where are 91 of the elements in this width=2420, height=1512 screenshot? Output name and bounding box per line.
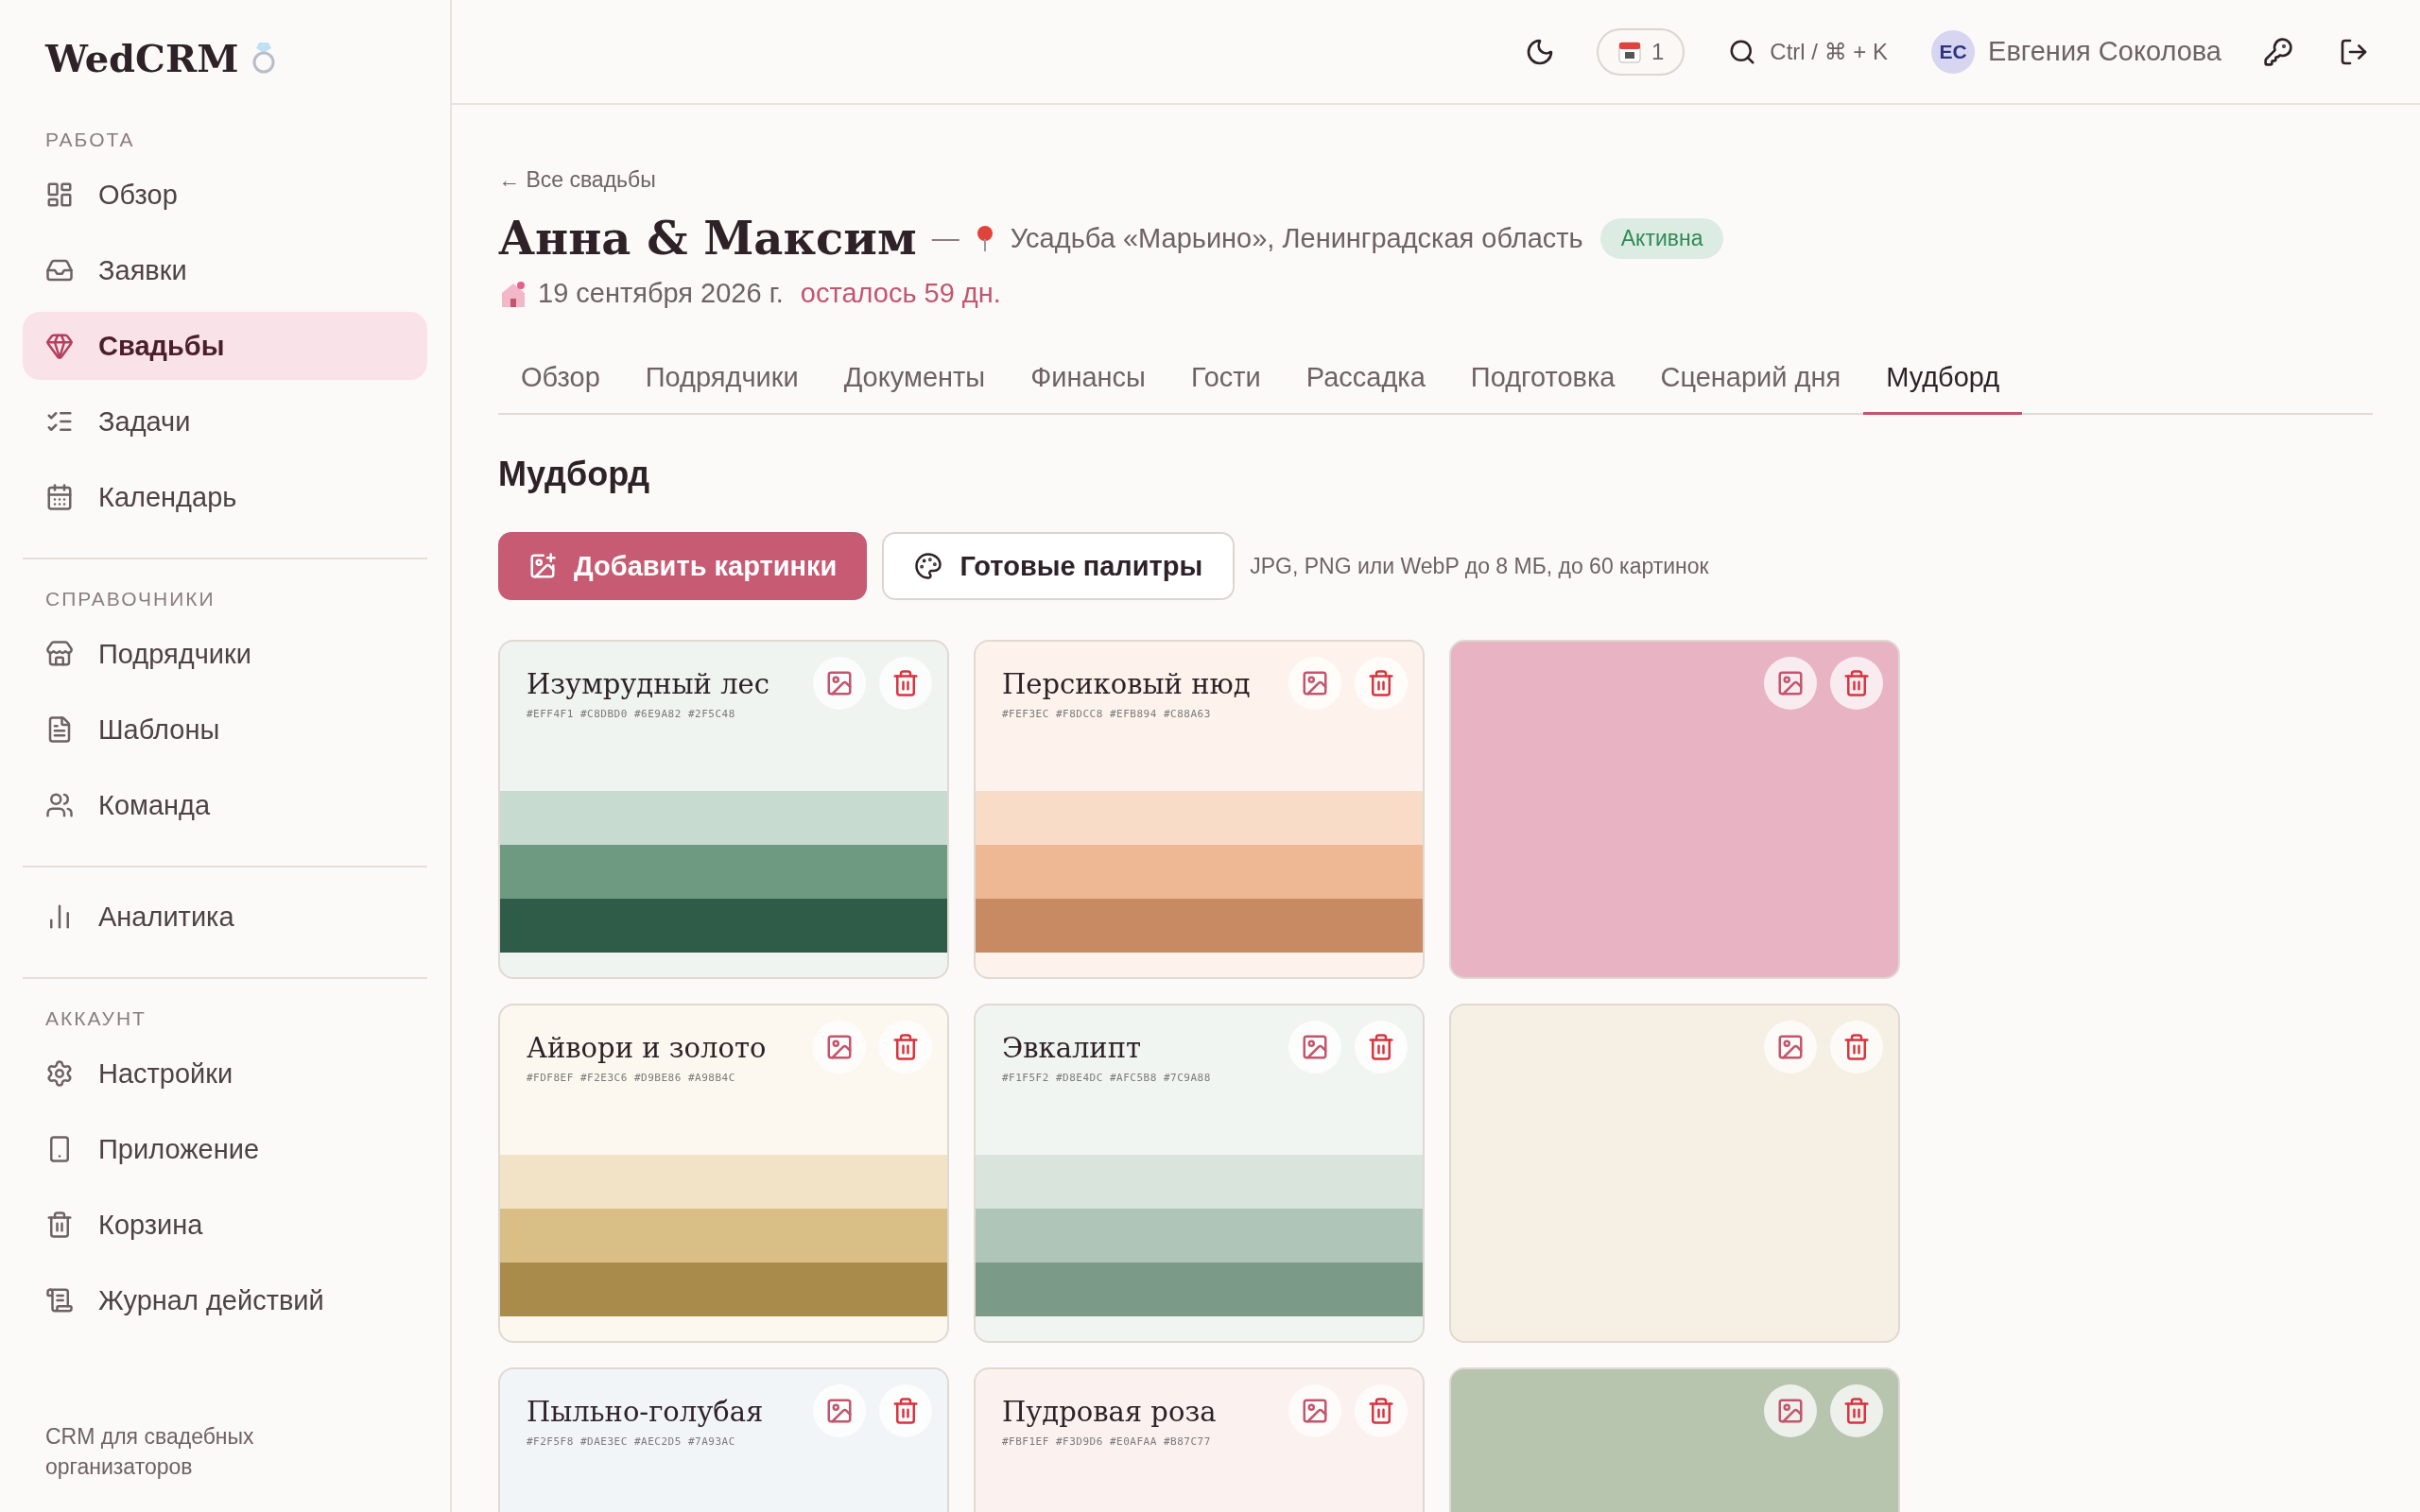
tab[interactable]: Обзор — [498, 362, 623, 415]
ring-icon — [251, 41, 277, 75]
user-avatar[interactable]: ЕС — [1931, 29, 1976, 74]
back-link[interactable]: ← Все свадьбы — [498, 167, 656, 193]
calendar-icon — [45, 483, 74, 511]
gem-icon — [45, 332, 74, 360]
section-heading: Мудборд — [498, 455, 651, 494]
store-icon — [45, 640, 74, 668]
palette-title: Изумрудный лес — [527, 668, 769, 700]
nav-item[interactable]: Аналитика — [23, 883, 427, 951]
nav-item[interactable]: Шаблоны — [23, 696, 427, 764]
delete-button[interactable] — [1830, 1384, 1883, 1437]
delete-button[interactable] — [1830, 1021, 1883, 1074]
wedding-date: 19 сентября 2026 г. — [538, 278, 784, 309]
hex-codes: #F1F5F2 #D8E4DC #AFC5B8 #7C9A88 — [1002, 1072, 1212, 1084]
calendar-icon — [1617, 39, 1642, 64]
user-name: Евгения Соколова — [1988, 36, 2221, 67]
image-button[interactable] — [1764, 1021, 1817, 1074]
trash-icon — [891, 1033, 920, 1061]
dashboard-icon — [45, 180, 74, 209]
key-icon — [2263, 36, 2293, 67]
nav-item[interactable]: Заявки — [23, 236, 427, 304]
trash-icon — [1367, 1033, 1395, 1061]
trash-icon — [1367, 669, 1395, 697]
palette-title: Айвори и золото — [527, 1032, 767, 1064]
image-icon — [1776, 1033, 1805, 1061]
nav-item[interactable]: Команда — [23, 771, 427, 839]
image-icon — [1301, 669, 1329, 697]
image-icon — [825, 1033, 854, 1061]
calendar-button[interactable]: 1 — [1597, 27, 1685, 76]
section-label: АККАУНТ — [44, 1006, 147, 1031]
trash-icon — [1842, 669, 1871, 697]
tab[interactable]: Подрядчики — [622, 362, 821, 415]
image-button[interactable] — [1764, 657, 1817, 710]
sidebar-footer: CRM для свадебных организаторов — [23, 1421, 314, 1482]
nav-item[interactable]: Корзина — [23, 1191, 427, 1259]
nav-item[interactable]: Свадьбы — [23, 312, 427, 380]
status-badge: Активна — [1599, 217, 1724, 259]
add-images-button[interactable]: Добавить картинки — [498, 532, 868, 600]
image-icon — [1776, 669, 1805, 697]
tab[interactable]: Рассадка — [1283, 362, 1448, 415]
palette-icon — [914, 552, 943, 580]
image-plus-icon — [528, 552, 557, 580]
image-icon — [825, 1397, 854, 1425]
search-button[interactable]: Ctrl / ⌘ + K — [1722, 36, 1894, 67]
hex-codes: #FDF8EF #F2E3C6 #D9BE86 #A98B4C — [527, 1072, 736, 1084]
settings-icon — [45, 1059, 74, 1088]
scroll-icon — [45, 1286, 74, 1314]
image-icon — [1301, 1033, 1329, 1061]
users-icon — [45, 791, 74, 819]
nav-item[interactable]: Приложение — [23, 1115, 427, 1183]
title-separator: — — [931, 222, 959, 254]
tab[interactable]: Подготовка — [1447, 362, 1638, 415]
palette-title: Пудровая роза — [1002, 1396, 1217, 1428]
image-icon — [1301, 1397, 1329, 1425]
hex-codes: #FBF1EF #F3D9D6 #E0AFAA #B87C77 — [1002, 1435, 1212, 1448]
image-icon — [825, 669, 854, 697]
trash-icon — [1842, 1397, 1871, 1425]
delete-button[interactable] — [1830, 657, 1883, 710]
nav-item[interactable]: Обзор — [23, 161, 427, 229]
image-icon — [1776, 1397, 1805, 1425]
image-button[interactable] — [1764, 1384, 1817, 1437]
tab[interactable]: Мудборд — [1863, 362, 2023, 415]
palettes-button[interactable]: Готовые палитры — [882, 532, 1236, 600]
wedding-title: Анна & Максим — [498, 212, 917, 265]
section-label: РАБОТА — [44, 128, 136, 152]
trash-icon — [45, 1211, 74, 1239]
app-logo: WedCRM — [45, 35, 239, 80]
tab[interactable]: Финансы — [1008, 362, 1168, 415]
nav-item[interactable]: Журнал действий — [23, 1266, 427, 1334]
tab[interactable]: Сценарий дня — [1637, 362, 1864, 415]
hex-codes: #FEF3EC #F8DCC8 #EFB894 #C88A63 — [1002, 708, 1212, 720]
trash-icon — [891, 1397, 920, 1425]
trash-icon — [1367, 1397, 1395, 1425]
hex-codes: #F2F5F8 #DAE3EC #AEC2D5 #7A93AC — [527, 1435, 736, 1448]
section-label: СПРАВОЧНИКИ — [44, 587, 216, 611]
palette-title: Пыльно-голубая — [527, 1396, 764, 1428]
venue-text: Усадьба «Марьино», Ленинградская область — [1010, 222, 1583, 254]
nav-item[interactable]: Подрядчики — [23, 620, 427, 688]
countdown-text: осталось 59 дн. — [800, 278, 1001, 309]
upload-hint: JPG, PNG или WebP до 8 МБ, до 60 картинок — [1250, 553, 1709, 579]
palette-title: Эвкалипт — [1002, 1032, 1142, 1064]
tab[interactable]: Гости — [1167, 362, 1284, 415]
tab[interactable]: Документы — [821, 362, 1009, 415]
trash-icon — [891, 669, 920, 697]
palette-title: Персиковый нюд — [1002, 668, 1251, 700]
hex-codes: #EFF4F1 #C8DBD0 #6E9A82 #2F5C48 — [527, 708, 736, 720]
nav-item[interactable]: Календарь — [23, 463, 427, 531]
trash-icon — [1842, 1033, 1871, 1061]
nav-item[interactable]: Задачи — [23, 387, 427, 455]
nav-item[interactable]: Настройки — [23, 1040, 427, 1108]
